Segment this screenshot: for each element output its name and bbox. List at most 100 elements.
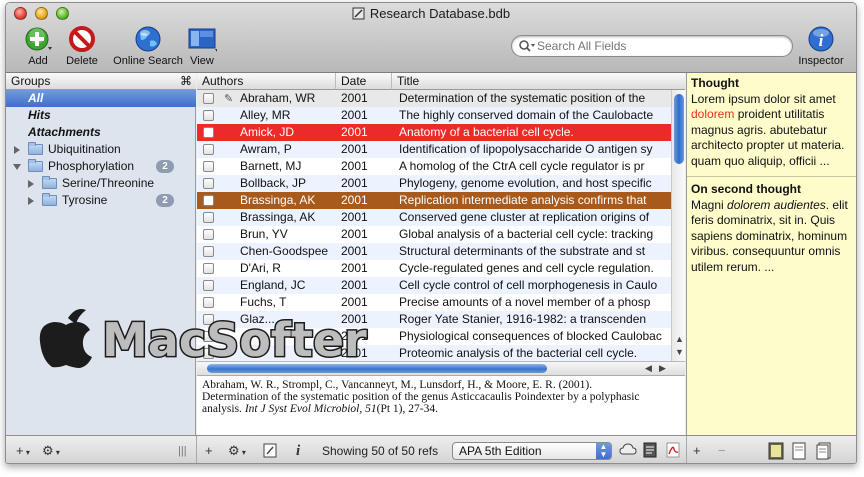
table-row[interactable]: Chen-Goodspee 2001 Structural determinants… <box>197 243 671 260</box>
column-label: Authors <box>202 74 244 88</box>
note-highlight: dolorem <box>691 107 735 121</box>
add-button[interactable]: Add <box>20 25 56 67</box>
checkbox[interactable] <box>203 93 214 104</box>
author-cell: Amick, JD <box>240 125 294 139</box>
column-header-authors[interactable]: Authors <box>197 73 335 90</box>
author-cell: Bollback, JP <box>240 176 307 190</box>
edit-reference-button[interactable] <box>262 442 278 460</box>
date-cell: 2001 <box>341 125 368 139</box>
inspector-button-label: Inspector <box>798 55 844 67</box>
table-row[interactable]: England, JC 2001 Cell cycle control of cel… <box>197 277 671 294</box>
scroll-down-arrow-icon[interactable]: ▼ <box>675 347 684 357</box>
group-tyrosine[interactable]: Tyrosine 2 <box>6 192 196 209</box>
groups-header[interactable]: Groups ⌘ <box>6 73 196 90</box>
checkbox[interactable] <box>203 195 214 206</box>
svg-text:i: i <box>819 31 824 50</box>
table-row[interactable]: ✎ Abraham, WR 2001 Determination of the sys… <box>197 90 671 107</box>
info-button[interactable]: i <box>296 442 300 460</box>
note-body: Magni dolorem audientes. elit feris domi… <box>691 198 854 276</box>
delete-button[interactable]: Delete <box>64 25 100 67</box>
notes-pages-button[interactable] <box>816 442 832 460</box>
title-cell: A homolog of the CtrA cell cycle regulat… <box>399 159 645 173</box>
command-key-icon: ⌘ <box>180 74 192 88</box>
text-document-icon <box>643 442 657 458</box>
add-note-button[interactable]: + <box>693 442 701 460</box>
add-group-button[interactable]: + ▾ <box>16 442 30 460</box>
note-view-button[interactable] <box>768 442 784 460</box>
checkbox[interactable] <box>203 263 214 274</box>
scroll-right-arrow-icon[interactable]: ▶ <box>659 363 666 374</box>
checkbox[interactable] <box>203 229 214 240</box>
pdf-button[interactable] <box>665 442 681 460</box>
title-cell: Physiological consequences of blocked Ca… <box>399 329 662 343</box>
group-phosphorylation[interactable]: Phosphorylation 2 <box>6 158 196 175</box>
author-cell: Brassinga, AK <box>240 193 316 207</box>
group-ubiquitination[interactable]: Ubiquitination <box>6 141 196 158</box>
title-cell: Determination of the systematic position… <box>399 91 646 105</box>
notes-list-button[interactable] <box>792 442 806 460</box>
note-icon <box>792 442 806 460</box>
disclosure-triangle-open-icon[interactable] <box>13 164 21 170</box>
scroll-left-arrow-icon[interactable]: ◀ <box>645 363 652 374</box>
table-row[interactable]: Alley, MR 2001 The highly conserved domain… <box>197 107 671 124</box>
checkbox[interactable] <box>203 212 214 223</box>
inspector-button[interactable]: i Inspector <box>796 25 846 67</box>
date-cell: 2001 <box>341 193 368 207</box>
column-header-title[interactable]: Title <box>391 73 685 90</box>
view-button[interactable]: View <box>184 25 220 67</box>
table-row[interactable]: Brassinga, AK 2001 Conserved gene cluster … <box>197 209 671 226</box>
search-input[interactable] <box>537 38 787 54</box>
clipboard-button[interactable] <box>619 442 637 460</box>
checkbox[interactable] <box>203 144 214 155</box>
group-all[interactable]: All <box>6 90 196 107</box>
checkbox[interactable] <box>203 110 214 121</box>
reference-action-button[interactable]: ⚙ ▾ <box>228 442 246 460</box>
date-cell: 2001 <box>341 176 368 190</box>
group-action-button[interactable]: ⚙ ▾ <box>42 442 60 460</box>
folder-icon <box>42 176 57 189</box>
disclosure-triangle-icon[interactable] <box>28 197 34 205</box>
search-field[interactable] <box>511 35 793 57</box>
author-cell: England, JC <box>240 278 306 292</box>
preview-line: Abraham, W. R., Strompl, C., Vancanneyt,… <box>202 379 593 391</box>
title-cell: Replication intermediate analysis confir… <box>399 193 647 207</box>
table-row[interactable]: Awram, P 2001 Identification of lipopolysa… <box>197 141 671 158</box>
group-serine-threonine[interactable]: Serine/Threonine <box>6 175 196 192</box>
table-row[interactable]: Bollback, JP 2001 Phylogeny, genome evolut… <box>197 175 671 192</box>
table-row[interactable]: Brun, YV 2001 Global analysis of a bacteri… <box>197 226 671 243</box>
disclosure-triangle-icon[interactable] <box>28 180 34 188</box>
scroll-up-arrow-icon[interactable]: ▲ <box>675 334 684 344</box>
table-row[interactable]: Brassinga, AK 2001 Replication intermediat… <box>197 192 671 209</box>
checkbox[interactable] <box>203 280 214 291</box>
group-label: Tyrosine <box>62 193 108 207</box>
citation-style-select[interactable]: APA 5th Edition ▲ ▼ <box>452 442 612 460</box>
vertical-scroll-thumb[interactable] <box>674 94 684 164</box>
vertical-scrollbar[interactable]: ▲ ▼ <box>671 90 685 361</box>
remove-note-button[interactable]: − <box>718 442 726 460</box>
checkbox[interactable] <box>203 127 214 138</box>
view-layout-icon <box>188 28 217 52</box>
checkbox[interactable] <box>203 246 214 257</box>
disclosure-triangle-icon[interactable] <box>14 146 20 154</box>
table-row[interactable]: Amick, JD 2001 Anatomy of a bacterial cell… <box>197 124 671 141</box>
author-cell: Brun, YV <box>240 227 288 241</box>
note-text: Magni <box>691 197 728 212</box>
column-header-date[interactable]: Date <box>335 73 391 90</box>
table-row[interactable]: Barnett, MJ 2001 A homolog of the CtrA cel… <box>197 158 671 175</box>
group-attachments[interactable]: Attachments <box>6 124 196 141</box>
citation-style-value: APA 5th Edition <box>459 444 542 458</box>
toolbar: Research Database.bdb Add Delete Online … <box>6 3 856 73</box>
notes-pane[interactable]: Thought Lorem ipsum dolor sit amet dolor… <box>686 73 856 435</box>
checkbox[interactable] <box>203 161 214 172</box>
resize-handle-icon[interactable]: ||| <box>178 442 187 460</box>
online-search-button[interactable]: Online Search <box>110 25 186 67</box>
window-title-text: Research Database.bdb <box>369 6 511 21</box>
group-label: Serine/Threonine <box>62 176 155 190</box>
table-row[interactable]: D'Ari, R 2001 Cycle-regulated genes and ce… <box>197 260 671 277</box>
group-hits[interactable]: Hits <box>6 107 196 124</box>
add-reference-button[interactable]: + <box>205 442 213 460</box>
column-label: Title <box>397 74 420 88</box>
text-view-button[interactable] <box>643 442 657 460</box>
checkbox[interactable] <box>203 178 214 189</box>
author-cell: Alley, MR <box>240 108 291 122</box>
